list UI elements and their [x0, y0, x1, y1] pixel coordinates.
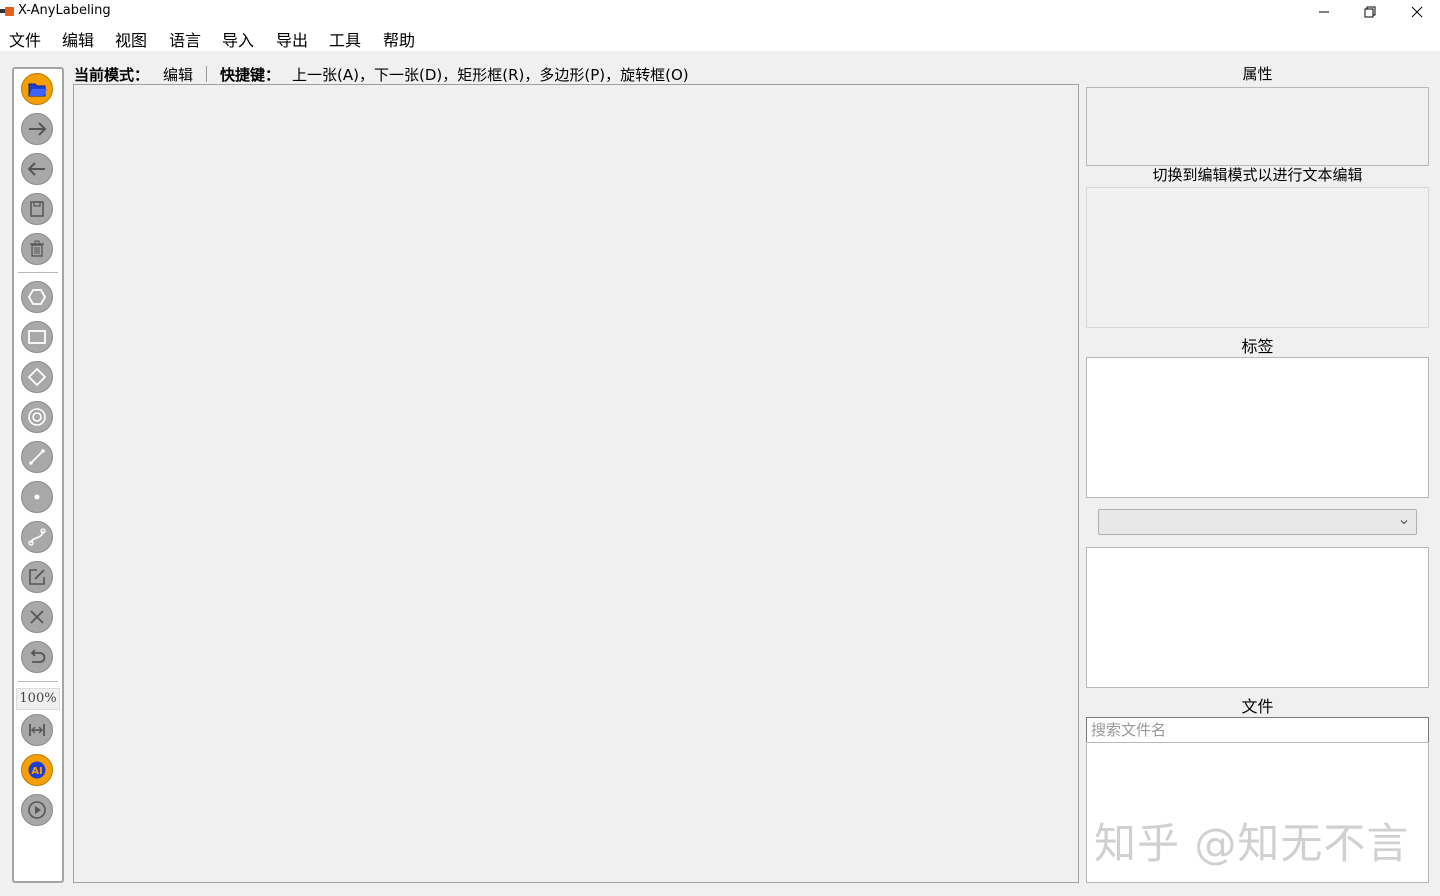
toolbar-separator	[18, 272, 58, 273]
description-panel[interactable]	[1086, 187, 1429, 328]
edit-shape-button[interactable]	[21, 561, 53, 593]
rotation-icon	[27, 367, 47, 387]
create-circle-button[interactable]	[21, 401, 53, 433]
close-icon	[30, 610, 44, 624]
chevron-down-icon	[1400, 520, 1408, 525]
create-polygon-button[interactable]	[21, 281, 53, 313]
open-folder-icon	[28, 83, 47, 97]
mode-value: 编辑	[163, 66, 194, 84]
next-arrow-icon	[29, 122, 47, 136]
edit-icon	[29, 569, 45, 585]
menu-help[interactable]: 帮助	[383, 27, 415, 51]
fit-width-button[interactable]	[21, 714, 53, 746]
fit-width-icon	[29, 724, 45, 736]
text-edit-hint: 切换到编辑模式以进行文本编辑	[1152, 166, 1363, 184]
prev-arrow-icon	[27, 162, 45, 176]
prev-image-button[interactable]	[21, 153, 53, 185]
delete-icon	[30, 240, 44, 257]
undo-icon	[30, 649, 46, 663]
mode-separator	[206, 66, 207, 82]
title-bar: X-AnyLabeling	[0, 0, 1440, 24]
create-linestrip-button[interactable]	[21, 521, 53, 553]
linestrip-icon	[28, 528, 46, 546]
save-icon	[30, 201, 44, 217]
app-logo-icon	[0, 7, 14, 16]
files-title: 文件	[1241, 697, 1274, 716]
play-icon	[28, 801, 46, 819]
minimize-button[interactable]	[1301, 0, 1347, 24]
save-button[interactable]	[21, 193, 53, 225]
ai-icon: AI	[28, 761, 46, 779]
toolbar-separator	[18, 681, 58, 682]
minimize-icon	[1319, 11, 1329, 13]
menu-file[interactable]: 文件	[9, 27, 41, 51]
close-window-icon	[1411, 6, 1423, 18]
run-button[interactable]	[21, 794, 53, 826]
mode-label: 当前模式：	[74, 66, 150, 84]
menu-bar: 文件 编辑 视图 语言 导入 导出 工具 帮助	[0, 24, 1440, 51]
next-image-button[interactable]	[21, 113, 53, 145]
file-search-input[interactable]	[1086, 717, 1429, 743]
left-toolbar: 100% AI	[12, 67, 64, 883]
shape-list[interactable]	[1086, 547, 1429, 688]
svg-text:AI: AI	[31, 766, 42, 777]
restore-button[interactable]	[1347, 0, 1393, 24]
open-dir-button[interactable]	[21, 73, 53, 105]
create-point-button[interactable]	[21, 481, 53, 513]
create-rotation-button[interactable]	[21, 361, 53, 393]
line-icon	[29, 449, 45, 465]
shortcut-label: 快捷键：	[220, 66, 281, 84]
labels-title: 标签	[1241, 337, 1274, 356]
shortcut-value: 上一张(A)，下一张(D)，矩形框(R)，多边形(P)，旋转框(O)	[292, 66, 689, 84]
menu-export[interactable]: 导出	[276, 27, 308, 51]
delete-shape-button[interactable]	[21, 601, 53, 633]
point-icon	[34, 494, 40, 500]
label-filter-dropdown[interactable]	[1098, 509, 1417, 535]
create-rectangle-button[interactable]	[21, 321, 53, 353]
zoom-level[interactable]: 100%	[16, 688, 60, 710]
image-canvas[interactable]	[73, 84, 1079, 883]
menu-language[interactable]: 语言	[169, 27, 201, 51]
circle-icon	[28, 408, 46, 426]
auto-labeling-button[interactable]: AI	[21, 754, 53, 786]
rectangle-icon	[28, 330, 46, 344]
polygon-icon	[27, 289, 47, 305]
window-title: X-AnyLabeling	[18, 3, 111, 18]
menu-import[interactable]: 导入	[222, 27, 254, 51]
menu-view[interactable]: 视图	[115, 27, 147, 51]
restore-icon	[1364, 6, 1376, 18]
menu-edit[interactable]: 编辑	[62, 27, 94, 51]
create-line-button[interactable]	[21, 441, 53, 473]
close-window-button[interactable]	[1394, 0, 1440, 24]
menu-tools[interactable]: 工具	[329, 27, 361, 51]
attributes-title: 属性	[1242, 65, 1273, 83]
attributes-panel[interactable]	[1086, 87, 1429, 166]
undo-button[interactable]	[21, 641, 53, 673]
label-list[interactable]	[1086, 357, 1429, 498]
watermark-text: 知乎 @知无不言	[1094, 819, 1410, 868]
delete-file-button[interactable]	[21, 233, 53, 265]
